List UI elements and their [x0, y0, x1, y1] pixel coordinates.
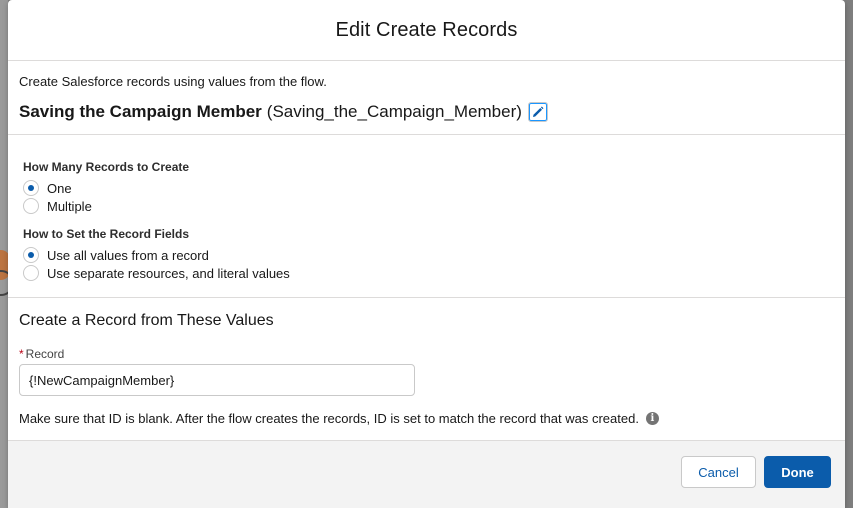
- info-icon[interactable]: i: [645, 412, 659, 425]
- record-label-text: Record: [25, 347, 65, 361]
- modal-title: Edit Create Records: [335, 18, 518, 41]
- element-label: Saving the Campaign Member: [19, 102, 262, 121]
- how-to-set-group: How to Set the Record Fields Use all val…: [23, 227, 830, 282]
- radio-option-multiple[interactable]: Multiple: [23, 197, 830, 215]
- radio-label-separate-resources: Use separate resources, and literal valu…: [47, 265, 290, 281]
- radio-button-use-record[interactable]: [23, 247, 39, 263]
- modal-footer: Cancel Done: [8, 440, 845, 508]
- help-text: Make sure that ID is blank. After the fl…: [19, 411, 639, 426]
- radio-label-multiple: Multiple: [47, 198, 92, 214]
- how-many-group: How Many Records to Create One Multiple: [23, 160, 830, 215]
- radio-button-multiple[interactable]: [23, 198, 39, 214]
- radio-option-use-record[interactable]: Use all values from a record: [23, 246, 830, 264]
- values-section-title: Create a Record from These Values: [19, 312, 274, 329]
- how-many-label: How Many Records to Create: [23, 160, 190, 174]
- element-intro-section: Create Salesforce records using values f…: [8, 61, 845, 135]
- record-values-section: Create a Record from These Values * Recor…: [8, 298, 845, 426]
- radio-button-one[interactable]: [23, 180, 39, 196]
- how-to-set-label: How to Set the Record Fields: [23, 227, 190, 241]
- done-button[interactable]: Done: [764, 456, 831, 488]
- edit-label-button[interactable]: [527, 102, 548, 122]
- record-field-label: * Record: [19, 347, 834, 361]
- required-indicator: *: [19, 347, 24, 361]
- element-api-name: (Saving_the_Campaign_Member): [266, 102, 522, 121]
- record-options-section: How Many Records to Create One Multiple …: [8, 135, 845, 298]
- edit-create-records-modal: Edit Create Records Create Salesforce re…: [8, 0, 845, 508]
- background-connector: [0, 270, 8, 296]
- radio-option-separate-resources[interactable]: Use separate resources, and literal valu…: [23, 264, 830, 282]
- element-description: Create Salesforce records using values f…: [19, 74, 327, 89]
- pencil-icon: [532, 106, 544, 117]
- radio-label-use-record: Use all values from a record: [47, 247, 209, 263]
- help-text-row: Make sure that ID is blank. After the fl…: [19, 411, 834, 426]
- modal-header: Edit Create Records: [8, 0, 845, 61]
- cancel-button[interactable]: Cancel: [681, 456, 756, 488]
- record-input[interactable]: [19, 364, 415, 396]
- element-name-row: Saving the Campaign Member (Saving_the_C…: [19, 102, 834, 122]
- background-page: [0, 0, 8, 508]
- radio-label-one: One: [47, 180, 72, 196]
- radio-option-one[interactable]: One: [23, 179, 830, 197]
- radio-button-separate-resources[interactable]: [23, 265, 39, 281]
